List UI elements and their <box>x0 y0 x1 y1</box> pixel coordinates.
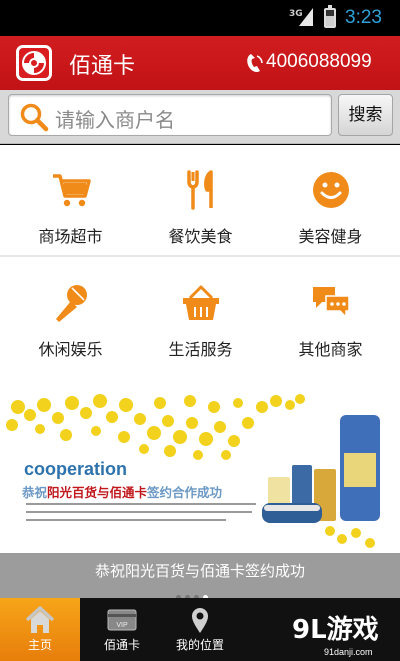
banner-fine-print <box>26 501 258 528</box>
banner-title-highlight: 阳光百货与佰通卡 <box>47 485 148 500</box>
banner-title: 恭祝阳光百货与佰通卡签约合作成功 <box>22 482 222 501</box>
search-input[interactable]: 请输入商户名 <box>8 94 332 136</box>
basket-icon <box>134 278 267 328</box>
banner-title-post: 签约合作成功 <box>147 485 223 500</box>
location-pin-icon <box>160 598 240 636</box>
microphone-icon <box>4 278 137 328</box>
tab-label: 我的位置 <box>175 638 224 652</box>
smiley-icon <box>264 165 397 215</box>
category-label: 生活服务 <box>168 340 233 359</box>
search-placeholder: 请输入商户名 <box>55 108 175 132</box>
vip-card-icon: VIP <box>82 598 162 636</box>
watermark-brand: 9L游戏 <box>292 615 379 645</box>
banner-title-pre: 恭祝 <box>22 485 48 500</box>
app-header: 佰通卡 4006088099 <box>0 36 400 90</box>
tab-location[interactable]: 我的位置 <box>160 598 240 661</box>
home-icon <box>0 598 80 636</box>
signal-icon <box>299 8 313 26</box>
tab-home[interactable]: 主页 <box>0 598 80 661</box>
search-button[interactable]: 搜索 <box>338 94 393 136</box>
category-beauty[interactable]: 美容健身 <box>264 145 397 247</box>
grid-divider <box>0 255 400 257</box>
chat-bubbles-icon <box>264 278 397 328</box>
category-grid: 商场超市 餐饮美食 美容健身 休闲娱乐 生活服务 其他商家 <box>0 145 400 393</box>
search-icon <box>19 102 49 136</box>
hotline-number[interactable]: 4006088099 <box>266 51 372 73</box>
app-title: 佰通卡 <box>69 54 136 79</box>
status-time: 3:23 <box>345 7 382 28</box>
tab-card[interactable]: VIP 佰通卡 <box>82 598 162 661</box>
search-bar: 请输入商户名 搜索 <box>0 90 400 144</box>
category-label: 其他商家 <box>298 340 363 359</box>
category-food[interactable]: 餐饮美食 <box>134 145 267 247</box>
svg-text:VIP: VIP <box>116 622 128 629</box>
app-logo-icon <box>16 45 52 81</box>
banner-heading: cooperation <box>24 459 128 479</box>
tab-label: 主页 <box>27 638 52 652</box>
category-label: 商场超市 <box>38 227 103 246</box>
watermark-logo: 9L游戏 <box>292 610 392 650</box>
battery-icon <box>324 5 336 28</box>
category-others[interactable]: 其他商家 <box>264 258 397 360</box>
category-label: 美容健身 <box>298 227 363 246</box>
category-mall[interactable]: 商场超市 <box>4 145 137 247</box>
category-services[interactable]: 生活服务 <box>134 258 267 360</box>
shopping-cart-icon <box>4 165 137 215</box>
category-leisure[interactable]: 休闲娱乐 <box>4 258 137 360</box>
watermark-site: 91danji.com <box>324 647 373 657</box>
status-bar: 3G 3:23 <box>0 0 400 36</box>
promo-banner[interactable]: cooperation 恭祝阳光百货与佰通卡签约合作成功 <box>0 393 400 553</box>
category-label: 休闲娱乐 <box>38 340 103 359</box>
bottom-tab-bar: 主页 VIP 佰通卡 我的位置 9L游戏 91danji.com <box>0 598 400 661</box>
banner-caption-bar: 恭祝阳光百货与佰通卡签约成功 <box>0 553 400 600</box>
fork-knife-icon <box>134 165 267 215</box>
tab-label: 佰通卡 <box>103 638 140 652</box>
phone-icon[interactable] <box>245 52 265 78</box>
category-label: 餐饮美食 <box>168 227 233 246</box>
banner-caption: 恭祝阳光百货与佰通卡签约成功 <box>94 562 305 580</box>
